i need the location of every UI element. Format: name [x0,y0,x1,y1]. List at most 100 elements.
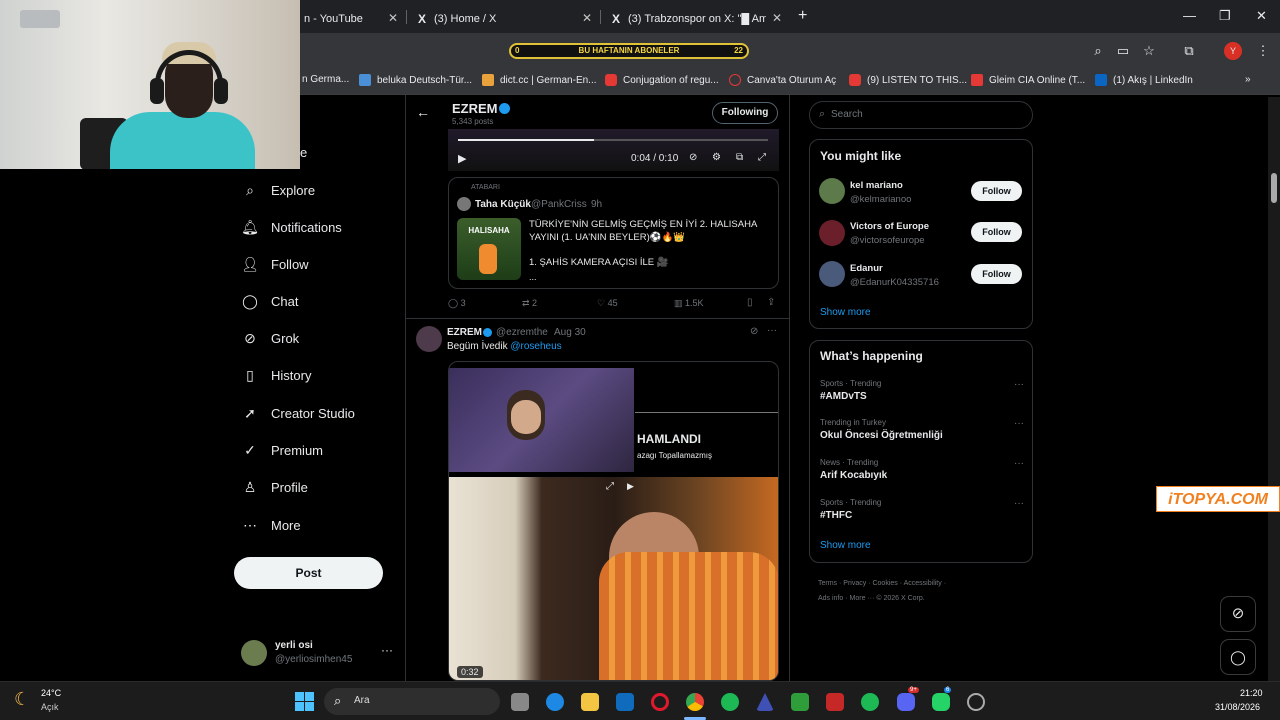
profile-avatar[interactable]: Y [1224,42,1242,60]
mute-icon[interactable]: ⊘ [689,152,697,163]
bookmark-item[interactable]: Conjugation of regu... [605,74,719,86]
media-next-icon[interactable]: ▶ [627,481,634,492]
zoom-icon[interactable]: ⌕ [1089,42,1107,60]
suggested-name[interactable]: Edanur [850,263,883,274]
close-window-icon[interactable]: ✕ [1256,8,1267,24]
avatar[interactable] [416,326,442,352]
whatsapp-icon[interactable]: 6 [932,687,952,711]
footer-link[interactable]: Terms [818,580,837,587]
taskbar-search[interactable]: ⌕ Ara [324,688,500,715]
repost-button[interactable]: ⇄ 2 [522,298,537,309]
messages-floating-button[interactable]: ◯ [1220,639,1256,675]
more-icon[interactable]: ··· [767,325,777,336]
edge-icon[interactable] [546,693,564,711]
scrollbar[interactable] [1268,97,1280,681]
tweet-media[interactable]: HAMLANDI azagı Topallamazmış ⤢ ▶ 0:32 [448,361,779,681]
grok-icon[interactable]: ⊘ [750,326,758,337]
bookmark-star-icon[interactable]: ☆ [1140,42,1158,60]
footer-link[interactable]: More ··· [850,595,875,602]
nav-notifications[interactable]: 🔔︎ Notifications [241,216,342,238]
more-icon[interactable]: ··· [1014,418,1024,429]
bookmark-item[interactable]: Canva'ta Oturum Aç [729,74,836,86]
suggested-name[interactable]: kel mariano [850,180,903,191]
more-bookmarks-icon[interactable]: » [1245,74,1251,85]
opera-icon[interactable] [651,693,669,711]
tab-trabzonspor[interactable]: X (3) Trabzonspor on X: "█ Ame ✕ [602,4,790,33]
avatar[interactable] [819,261,845,287]
file-explorer-icon[interactable] [581,693,599,711]
search-box[interactable]: ⌕ Search [809,101,1033,129]
bookmark-item[interactable]: (1) Akış | LinkedIn [1095,74,1193,86]
suggested-name[interactable]: Victors of Europe [850,221,929,232]
back-arrow-icon[interactable]: ← [416,104,430,120]
nav-home-partial[interactable]: e [300,145,307,160]
post-button[interactable]: Post [234,557,383,589]
task-view-icon[interactable] [511,693,529,711]
clock-date[interactable]: 31/08/2026 [1215,702,1260,712]
nav-grok[interactable]: ⊘ Grok [241,327,299,349]
follow-button[interactable]: Follow [971,222,1022,242]
footer-link[interactable]: Ads info [818,595,843,602]
nav-premium[interactable]: ✓ Premium [241,439,323,461]
discord-icon[interactable]: 9+ [897,687,919,711]
pip-icon[interactable]: ⧉ [736,152,743,163]
tab-home-x[interactable]: X (3) Home / X ✕ [408,4,600,33]
close-tab-icon[interactable]: ✕ [388,11,398,25]
show-more-link[interactable]: Show more [820,540,871,551]
spotify-icon[interactable] [861,693,879,711]
spotify-icon[interactable] [721,693,739,711]
settings-icon[interactable]: ⚙ [712,152,721,163]
nav-creator-studio[interactable]: ➚ Creator Studio [241,402,355,424]
more-icon[interactable]: ··· [1014,458,1024,469]
settings-icon[interactable] [967,693,985,711]
follow-button[interactable]: Follow [971,181,1022,201]
nav-profile[interactable]: ♙ Profile [241,476,308,498]
clock-time[interactable]: 21:20 [1240,688,1263,698]
more-icon[interactable]: ··· [381,643,393,657]
trend-item[interactable]: Sports · Trending #AMDvTS ··· [820,379,1024,407]
nav-history[interactable]: ▯ History [241,364,311,386]
video-player[interactable] [448,129,779,171]
restore-icon[interactable]: ❐ [1219,8,1231,24]
views-button[interactable]: ▥ 1.5K [674,298,704,309]
nav-explore[interactable]: ⌕ Explore [241,179,315,201]
more-icon[interactable]: ··· [1014,379,1024,390]
app-triangle-icon[interactable] [756,693,774,711]
quoted-tweet[interactable]: ATABARI Taha Küçük @PankCriss 9h HALISAH… [448,177,779,289]
extensions-icon[interactable]: ⧉ [1180,42,1198,60]
trend-item[interactable]: Sports · Trending #THFC ··· [820,498,1024,526]
footer-link[interactable]: Cookies [872,580,897,587]
weather-temp[interactable]: 24°C [41,688,61,698]
footer-link[interactable]: Accessibility [904,580,942,587]
tweet-author[interactable]: EZREM [447,327,482,338]
grok-floating-button[interactable]: ⊘ [1220,596,1256,632]
red-app-icon[interactable] [826,693,844,711]
close-tab-icon[interactable]: ✕ [772,11,782,25]
avatar[interactable] [819,178,845,204]
bookmark-item[interactable]: n Germa... [302,74,349,85]
bookmark-item[interactable]: dict.cc | German-En... [482,74,597,86]
start-button[interactable] [295,692,314,711]
like-button[interactable]: ♡ 45 [597,298,618,309]
chrome-icon[interactable] [686,693,704,711]
follow-button[interactable]: Follow [971,264,1022,284]
install-app-icon[interactable]: ▭ [1114,42,1132,60]
footer-link[interactable]: Privacy [843,580,866,587]
bookmark-item[interactable]: Gleim CIA Online (T... [971,74,1085,86]
media-expand-icon[interactable]: ⤢ [606,481,614,492]
show-more-link[interactable]: Show more [820,307,871,318]
share-icon[interactable]: ⇪ [767,297,775,308]
tab-youtube[interactable]: n - YouTube ✕ [300,4,406,33]
trend-item[interactable]: Trending in Turkey Okul Öncesi Öğretmenl… [820,418,1024,446]
new-tab-button[interactable]: + [798,7,807,25]
bookmark-item[interactable]: (9) LISTEN TO THIS... [849,74,967,86]
nav-follow[interactable]: 👤︎ Follow [241,253,308,275]
fullscreen-icon[interactable]: ⤢ [758,152,766,163]
trend-item[interactable]: News · Trending Arif Kocabıyık ··· [820,458,1024,486]
close-tab-icon[interactable]: ✕ [582,11,592,25]
play-icon[interactable]: ▶ [458,152,466,165]
avatar[interactable] [819,220,845,246]
nav-chat[interactable]: ◯ Chat [241,290,298,312]
video-progress[interactable] [458,139,768,141]
reply-button[interactable]: ◯ 3 [448,298,466,309]
